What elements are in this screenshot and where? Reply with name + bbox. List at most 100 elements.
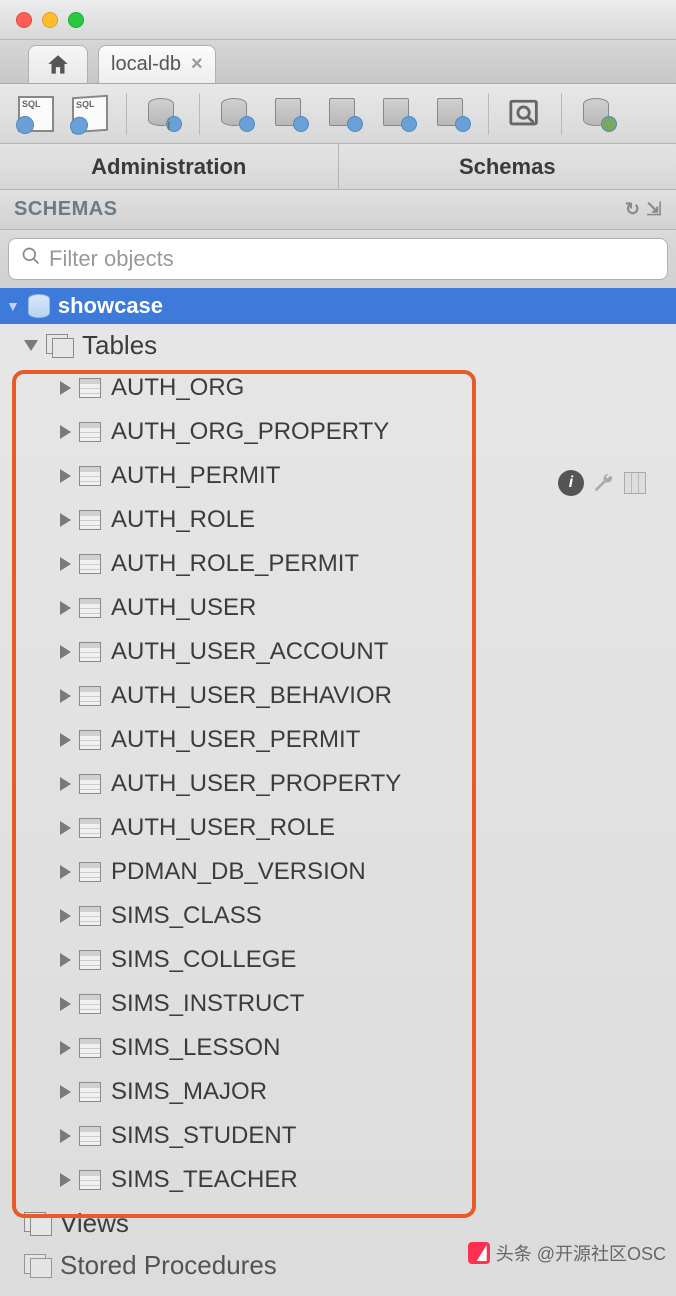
chevron-right-icon bbox=[60, 865, 71, 879]
info-icon[interactable]: i bbox=[558, 470, 584, 496]
chevron-right-icon bbox=[60, 953, 71, 967]
schema-name: showcase bbox=[58, 293, 163, 319]
table-node[interactable]: AUTH_ORG bbox=[0, 366, 676, 410]
toolbar-separator bbox=[126, 93, 127, 135]
table-node[interactable]: AUTH_USER_BEHAVIOR bbox=[0, 674, 676, 718]
table-node[interactable]: SIMS_STUDENT bbox=[0, 1114, 676, 1158]
table-name: SIMS_CLASS bbox=[111, 902, 262, 930]
procedures-icon bbox=[24, 1254, 50, 1276]
table-node[interactable]: SIMS_LESSON bbox=[0, 1026, 676, 1070]
sql-icon bbox=[72, 94, 108, 133]
tables-label: Tables bbox=[82, 330, 157, 361]
zoom-window-icon[interactable] bbox=[68, 12, 84, 28]
toolbar-separator bbox=[561, 93, 562, 135]
chevron-right-icon bbox=[60, 513, 71, 527]
table-node[interactable]: SIMS_COLLEGE bbox=[0, 938, 676, 982]
table-add-icon bbox=[275, 98, 305, 130]
table-node[interactable]: AUTH_USER_ACCOUNT bbox=[0, 630, 676, 674]
search-button[interactable] bbox=[501, 90, 549, 138]
table-name: SIMS_INSTRUCT bbox=[111, 990, 304, 1018]
views-folder[interactable]: Views bbox=[0, 1202, 676, 1244]
table-node[interactable]: SIMS_TEACHER bbox=[0, 1158, 676, 1202]
open-sql-button[interactable] bbox=[66, 90, 114, 138]
table-name: AUTH_USER_BEHAVIOR bbox=[111, 682, 392, 710]
minimize-window-icon[interactable] bbox=[42, 12, 58, 28]
chevron-right-icon bbox=[60, 1173, 71, 1187]
filter-container: Filter objects bbox=[0, 230, 676, 288]
table-node[interactable]: AUTH_USER_PROPERTY bbox=[0, 762, 676, 806]
table-icon bbox=[79, 1126, 101, 1146]
close-tab-icon[interactable]: × bbox=[191, 53, 203, 76]
new-sql-button[interactable] bbox=[12, 90, 60, 138]
table-node[interactable]: AUTH_USER_PERMIT bbox=[0, 718, 676, 762]
table-name: AUTH_USER_PERMIT bbox=[111, 726, 360, 754]
refresh-schemas-icon[interactable]: ↻ bbox=[625, 199, 641, 220]
chevron-right-icon bbox=[60, 601, 71, 615]
table-node[interactable]: AUTH_USER bbox=[0, 586, 676, 630]
home-tab[interactable] bbox=[28, 45, 88, 83]
new-function-button[interactable] bbox=[428, 90, 476, 138]
table-node[interactable]: AUTH_USER_ROLE bbox=[0, 806, 676, 850]
panel-tabs: Administration Schemas bbox=[0, 144, 676, 190]
chevron-right-icon bbox=[60, 381, 71, 395]
table-icon bbox=[79, 554, 101, 574]
table-name: AUTH_ROLE bbox=[111, 506, 255, 534]
table-icon bbox=[79, 862, 101, 882]
new-schema-button[interactable] bbox=[212, 90, 260, 138]
table-name: PDMAN_DB_VERSION bbox=[111, 858, 366, 886]
database-add-icon bbox=[221, 98, 251, 130]
table-icon bbox=[79, 378, 101, 398]
tab-administration[interactable]: Administration bbox=[0, 144, 339, 189]
chevron-right-icon bbox=[60, 733, 71, 747]
chevron-right-icon bbox=[60, 689, 71, 703]
tables-folder[interactable]: Tables bbox=[0, 324, 676, 366]
chevron-right-icon bbox=[60, 1085, 71, 1099]
table-node[interactable]: SIMS_MAJOR bbox=[0, 1070, 676, 1114]
wrench-icon[interactable] bbox=[590, 470, 616, 496]
new-procedure-button[interactable] bbox=[374, 90, 422, 138]
table-name: AUTH_USER_ROLE bbox=[111, 814, 335, 842]
chevron-down-icon bbox=[24, 340, 38, 351]
server-status-button[interactable]: i bbox=[139, 90, 187, 138]
watermark: 头条 @开源社区OSC bbox=[468, 1240, 666, 1266]
toolbar-separator bbox=[199, 93, 200, 135]
new-view-button[interactable] bbox=[320, 90, 368, 138]
search-table-icon bbox=[508, 97, 542, 131]
table-node[interactable]: SIMS_CLASS bbox=[0, 894, 676, 938]
table-icon bbox=[79, 466, 101, 486]
table-name: AUTH_ORG bbox=[111, 374, 244, 402]
select-rows-icon[interactable] bbox=[622, 470, 648, 496]
table-node[interactable]: PDMAN_DB_VERSION bbox=[0, 850, 676, 894]
chevron-right-icon bbox=[60, 425, 71, 439]
refresh-button[interactable] bbox=[574, 90, 622, 138]
chevron-right-icon bbox=[60, 1129, 71, 1143]
table-name: AUTH_ROLE_PERMIT bbox=[111, 550, 359, 578]
table-node[interactable]: AUTH_ROLE bbox=[0, 498, 676, 542]
close-window-icon[interactable] bbox=[16, 12, 32, 28]
table-node[interactable]: SIMS_INSTRUCT bbox=[0, 982, 676, 1026]
table-node[interactable]: AUTH_ROLE_PERMIT bbox=[0, 542, 676, 586]
filter-objects-input[interactable]: Filter objects bbox=[8, 238, 668, 280]
schema-node-showcase[interactable]: ▼ showcase bbox=[0, 288, 676, 324]
chevron-right-icon bbox=[60, 469, 71, 483]
table-icon bbox=[79, 950, 101, 970]
home-icon bbox=[45, 52, 71, 78]
chevron-right-icon bbox=[60, 821, 71, 835]
collapse-schemas-icon[interactable]: ⇲ bbox=[646, 199, 662, 220]
table-icon bbox=[79, 598, 101, 618]
table-name: SIMS_STUDENT bbox=[111, 1122, 296, 1150]
connection-tab[interactable]: local-db × bbox=[98, 45, 216, 83]
table-node[interactable]: AUTH_ORG_PROPERTY bbox=[0, 410, 676, 454]
table-name: AUTH_USER_ACCOUNT bbox=[111, 638, 388, 666]
table-name: SIMS_LESSON bbox=[111, 1034, 280, 1062]
table-name: SIMS_COLLEGE bbox=[111, 946, 296, 974]
tab-bar: local-db × bbox=[0, 40, 676, 84]
table-name: AUTH_PERMIT bbox=[111, 462, 280, 490]
toolbar-separator bbox=[488, 93, 489, 135]
chevron-right-icon bbox=[60, 777, 71, 791]
table-icon bbox=[79, 906, 101, 926]
views-icon bbox=[24, 1212, 50, 1234]
new-table-button[interactable] bbox=[266, 90, 314, 138]
tab-schemas[interactable]: Schemas bbox=[339, 144, 676, 189]
table-name: AUTH_USER_PROPERTY bbox=[111, 770, 401, 798]
